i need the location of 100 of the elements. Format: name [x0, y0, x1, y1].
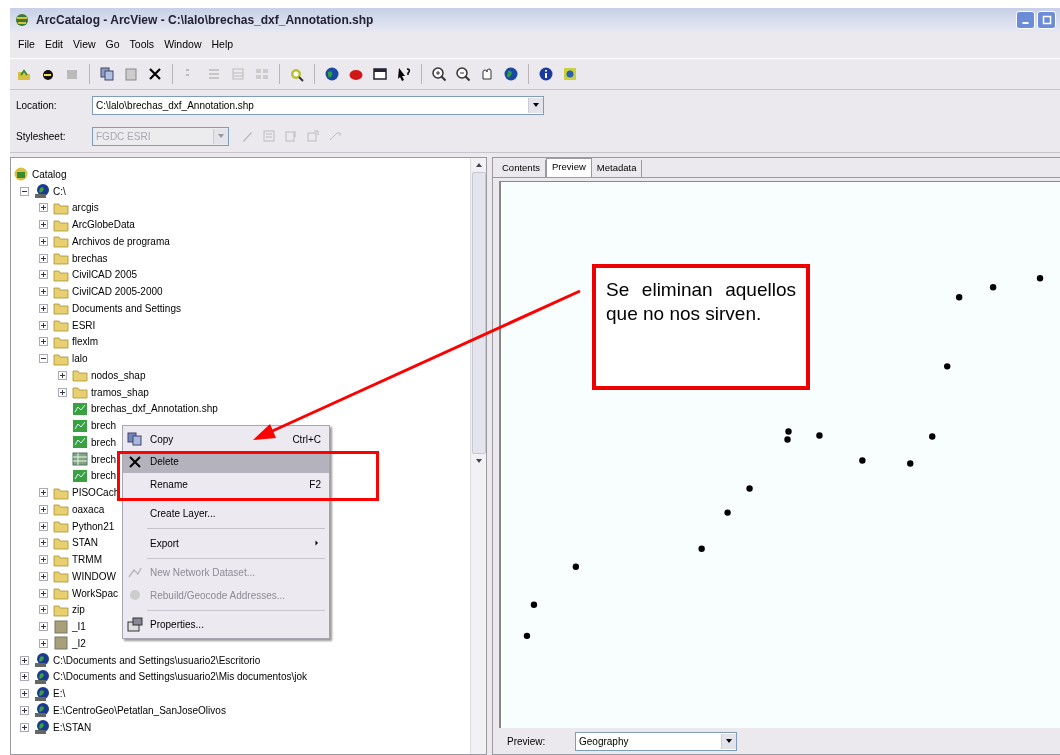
raster-icon: [53, 618, 69, 635]
scrollbar[interactable]: [470, 158, 486, 754]
tree-item[interactable]: CivilCAD 2005-2000: [72, 286, 163, 298]
delete-icon[interactable]: [147, 66, 163, 82]
tree-item[interactable]: brech: [91, 470, 116, 482]
tree-item[interactable]: nodos_shap: [91, 369, 146, 381]
tab[interactable]: Preview: [546, 158, 592, 177]
dropdown-arrow-icon[interactable]: [725, 737, 733, 745]
tree-item[interactable]: C:\: [53, 185, 66, 197]
menu-item[interactable]: Window: [164, 38, 202, 54]
location-field[interactable]: C:\lalo\brechas_dxf_Annotation.shp: [92, 95, 544, 115]
maximize-button[interactable]: [1037, 11, 1056, 29]
expander-icon[interactable]: [39, 588, 48, 598]
expander-icon[interactable]: [39, 605, 48, 615]
minimize-button[interactable]: [1016, 11, 1035, 29]
tree-item[interactable]: _I1: [72, 621, 86, 633]
zoom-in-icon[interactable]: [431, 66, 447, 82]
menu-item[interactable]: Copy Ctrl+C: [123, 428, 329, 451]
menu-item[interactable]: Rename F2: [123, 473, 329, 496]
expander-icon[interactable]: [39, 354, 48, 364]
callout-note: Se eliminan aquellos que no nos sirven.: [592, 264, 810, 390]
expander-icon[interactable]: [39, 571, 48, 581]
dropdown-arrow-icon[interactable]: [532, 101, 540, 109]
tree-item[interactable]: C:\Documents and Settings\usuario2\Escritorio: [53, 654, 261, 666]
tree-item[interactable]: brechas_dxf_Annotation.shp: [91, 403, 218, 415]
full-extent-icon[interactable]: [503, 66, 519, 82]
thumbnail-icon[interactable]: [562, 66, 578, 82]
expander-icon[interactable]: [20, 672, 29, 682]
expander-icon[interactable]: [39, 337, 48, 347]
expander-icon[interactable]: [20, 705, 29, 715]
whats-this-icon[interactable]: [396, 66, 412, 82]
tree-item[interactable]: CivilCAD 2005: [72, 269, 138, 281]
tab[interactable]: Metadata: [591, 160, 643, 177]
expander-icon[interactable]: [39, 622, 48, 632]
expander-icon[interactable]: [39, 638, 48, 648]
tree-item[interactable]: E:\: [53, 688, 66, 700]
search-icon[interactable]: [289, 66, 305, 82]
tree-item[interactable]: brech: [91, 436, 116, 448]
tree-item[interactable]: oaxaca: [72, 503, 105, 515]
tree-item[interactable]: Archivos de programa: [72, 235, 170, 247]
tree-item[interactable]: lalo: [72, 353, 88, 365]
preview-dropdown[interactable]: Geography: [575, 731, 737, 751]
scroll-up-icon[interactable]: [474, 161, 483, 169]
expander-icon[interactable]: [20, 722, 29, 732]
expander-icon[interactable]: [39, 236, 48, 246]
folder-icon: [53, 300, 69, 317]
expander-icon[interactable]: [39, 320, 48, 330]
tree-item[interactable]: Python21: [72, 520, 115, 532]
copy-icon[interactable]: [99, 66, 115, 82]
expander-icon[interactable]: [39, 253, 48, 263]
tree-item[interactable]: Catalog: [32, 168, 67, 180]
expander-icon[interactable]: [39, 220, 48, 230]
tree-item[interactable]: E:\CentroGeo\Petatlan_SanJoseOlivos: [53, 704, 226, 716]
tree-item[interactable]: brech: [91, 420, 116, 432]
expander-icon[interactable]: [39, 555, 48, 565]
tree-item[interactable]: _I2: [72, 637, 86, 649]
menu-item[interactable]: Properties...: [123, 613, 329, 636]
expander-icon[interactable]: [20, 186, 29, 196]
expander-icon[interactable]: [58, 387, 67, 397]
tree-item[interactable]: Documents and Settings: [72, 302, 181, 314]
scroll-down-icon[interactable]: [474, 457, 483, 465]
zoom-out-icon[interactable]: [455, 66, 471, 82]
menu-item[interactable]: File: [18, 38, 35, 54]
tree-item[interactable]: brechas: [72, 252, 108, 264]
tree-item[interactable]: C:\Documents and Settings\usuario2\Mis documentos\jok: [53, 671, 307, 683]
expander-icon[interactable]: [39, 203, 48, 213]
tree-item[interactable]: TRMM: [72, 554, 102, 566]
tree-item[interactable]: tramos_shap: [91, 386, 149, 398]
expander-icon[interactable]: [39, 488, 48, 498]
tree-item[interactable]: E:\STAN: [53, 721, 92, 733]
menu-item[interactable]: Export: [123, 532, 329, 555]
tree-item[interactable]: PISOCach: [72, 487, 120, 499]
tree-item[interactable]: WINDOW: [72, 570, 116, 582]
menu-item[interactable]: View: [73, 38, 96, 54]
menu-item[interactable]: Create Layer...: [123, 502, 329, 525]
pan-icon[interactable]: [479, 66, 495, 82]
expander-icon[interactable]: [20, 655, 29, 665]
tree-item[interactable]: arcgis: [72, 202, 99, 214]
expander-icon[interactable]: [39, 521, 48, 531]
expander-icon[interactable]: [39, 504, 48, 514]
expander-icon[interactable]: [39, 287, 48, 297]
tree-item[interactable]: STAN: [72, 537, 98, 549]
tree-item[interactable]: ArcGlobeData: [72, 219, 135, 231]
expander-icon[interactable]: [39, 538, 48, 548]
menu-item[interactable]: Go: [105, 38, 120, 54]
tree-item[interactable]: ESRI: [72, 319, 96, 331]
expander-icon[interactable]: [39, 303, 48, 313]
tree-item[interactable]: flexlm: [72, 336, 99, 348]
menu-item[interactable]: Tools: [129, 38, 155, 54]
expander-icon[interactable]: [58, 370, 67, 380]
info-icon[interactable]: [538, 66, 554, 82]
tree-item[interactable]: zip: [72, 604, 85, 616]
thumbnails-icon[interactable]: [254, 66, 270, 82]
expander-icon[interactable]: [39, 270, 48, 280]
menu-item[interactable]: Help: [211, 38, 234, 54]
tree-item[interactable]: brech: [91, 453, 116, 465]
menu-item[interactable]: Edit: [44, 38, 63, 54]
tree-item[interactable]: WorkSpac: [72, 587, 118, 599]
expander-icon[interactable]: [20, 689, 29, 699]
window-icon[interactable]: [372, 66, 388, 82]
